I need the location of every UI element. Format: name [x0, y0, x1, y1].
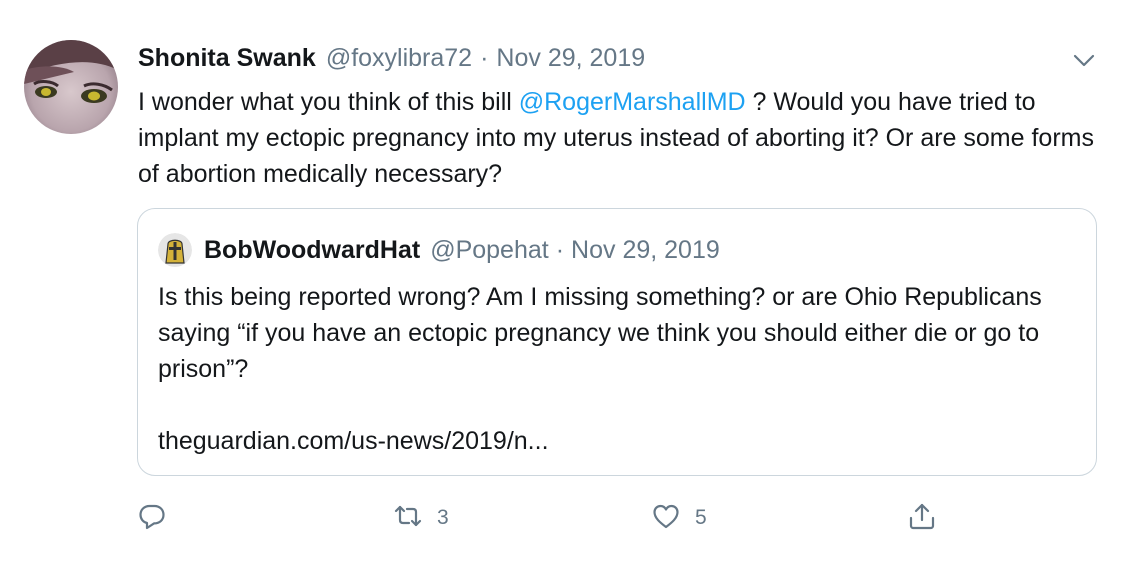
- reply-icon: [137, 501, 167, 536]
- quoted-header-separator: ·: [555, 235, 565, 264]
- quoted-author-handle: @Popehat: [430, 235, 549, 264]
- quoted-tweet[interactable]: BobWoodwardHat @Popehat · Nov 29, 2019 I…: [137, 208, 1097, 476]
- quoted-author-avatar: [158, 233, 192, 267]
- mention-link[interactable]: @RogerMarshallMD: [519, 88, 746, 116]
- quoted-tweet-header: BobWoodwardHat @Popehat · Nov 29, 2019: [158, 233, 720, 267]
- reply-button[interactable]: [137, 500, 167, 536]
- quoted-tweet-date: Nov 29, 2019: [571, 235, 720, 264]
- tweet-card[interactable]: Shonita Swank @foxylibra72 · Nov 29, 201…: [0, 0, 1146, 584]
- like-count: 5: [695, 506, 707, 529]
- retweet-button[interactable]: 3: [393, 500, 449, 536]
- retweet-icon: [393, 501, 423, 536]
- tweet-text-before: I wonder what you think of this bill: [138, 88, 519, 116]
- share-icon: [907, 501, 937, 536]
- author-avatar[interactable]: [24, 40, 118, 134]
- quoted-tweet-link[interactable]: theguardian.com/us-news/2019/n...: [158, 423, 549, 459]
- author-name[interactable]: Shonita Swank: [138, 44, 316, 73]
- tweet-text: I wonder what you think of this bill @Ro…: [138, 84, 1118, 192]
- header-separator: ·: [480, 44, 489, 72]
- retweet-count: 3: [437, 506, 449, 529]
- heart-icon: [651, 501, 681, 536]
- quoted-author-name: BobWoodwardHat: [204, 235, 421, 264]
- like-button[interactable]: 5: [651, 500, 707, 536]
- quoted-tweet-text: Is this being reported wrong? Am I missi…: [158, 283, 1042, 383]
- share-button[interactable]: [907, 500, 937, 536]
- tweet-actions: 3 5: [0, 500, 1146, 536]
- tweet-header: Shonita Swank @foxylibra72 · Nov 29, 201…: [138, 44, 645, 78]
- tweet-date[interactable]: Nov 29, 2019: [496, 44, 645, 73]
- chevron-down-icon[interactable]: [1070, 46, 1098, 74]
- author-handle[interactable]: @foxylibra72: [326, 44, 472, 73]
